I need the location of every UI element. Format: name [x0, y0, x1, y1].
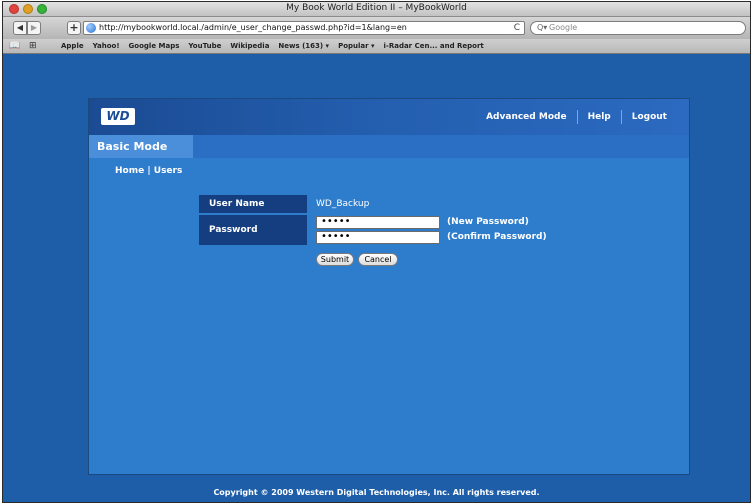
mode-bar: Basic Mode [89, 135, 689, 158]
back-button[interactable]: ◀ [13, 21, 27, 35]
admin-panel: WD Advanced Mode Help Logout Basic Mode … [88, 98, 690, 475]
page-content: WD Advanced Mode Help Logout Basic Mode … [3, 54, 750, 502]
bookmark-popular[interactable]: Popular ▾ [338, 39, 374, 53]
forward-button[interactable]: ▶ [27, 21, 41, 35]
breadcrumb-users[interactable]: Users [154, 166, 183, 176]
bookmark-news[interactable]: News (163) ▾ [278, 39, 329, 53]
bookmarks-bar: 📖 ⊞ Apple Yahoo! Google Maps YouTube Wik… [3, 39, 750, 54]
cancel-button[interactable]: Cancel [358, 253, 398, 266]
tab-basic-mode[interactable]: Basic Mode [89, 135, 193, 158]
bookmark-youtube[interactable]: YouTube [188, 39, 221, 53]
search-icon: Q▾ [537, 23, 548, 32]
url-text[interactable]: http://mybookworld.local./admin/e_user_c… [99, 22, 407, 34]
search-placeholder: Google [549, 23, 578, 32]
user-name-label: User Name [199, 195, 307, 213]
add-bookmark-button[interactable]: + [67, 21, 81, 35]
wd-logo[interactable]: WD [101, 108, 135, 125]
window-title: My Book World Edition II – MyBookWorld [286, 3, 467, 13]
user-name-value: WD_Backup [316, 199, 370, 209]
password-label: Password [199, 215, 307, 245]
new-password-hint: (New Password) [447, 217, 529, 227]
bookmark-yahoo[interactable]: Yahoo! [93, 39, 120, 53]
breadcrumb: Home | Users [115, 166, 182, 176]
bookmark-wikipedia[interactable]: Wikipedia [230, 39, 269, 53]
top-nav: Advanced Mode Help Logout [476, 99, 677, 135]
help-link[interactable]: Help [578, 112, 621, 122]
title-bar: My Book World Edition II – MyBookWorld [3, 2, 750, 17]
bookmark-iradar[interactable]: i-Radar Cen... and Report [384, 39, 484, 53]
submit-button[interactable]: Submit [316, 253, 354, 266]
grid-icon[interactable]: ⊞ [29, 40, 37, 52]
new-password-field[interactable]: ••••• [316, 216, 440, 229]
confirm-password-field[interactable]: ••••• [316, 231, 440, 244]
browser-window: My Book World Edition II – MyBookWorld ◀… [2, 1, 751, 503]
breadcrumb-separator: | [144, 166, 154, 176]
globe-icon [86, 23, 96, 33]
advanced-mode-link[interactable]: Advanced Mode [476, 112, 576, 122]
address-bar[interactable]: http://mybookworld.local./admin/e_user_c… [83, 21, 525, 35]
copyright-footer: Copyright © 2009 Western Digital Technol… [213, 488, 540, 497]
breadcrumb-home[interactable]: Home [115, 166, 144, 176]
search-field[interactable]: Q▾ Google [530, 21, 746, 35]
browser-toolbar: ◀ ▶ + http://mybookworld.local./admin/e_… [3, 17, 750, 39]
book-icon[interactable]: 📖 [9, 40, 20, 52]
bookmark-google-maps[interactable]: Google Maps [129, 39, 180, 53]
confirm-password-hint: (Confirm Password) [447, 232, 547, 242]
reload-icon[interactable]: C [514, 22, 520, 34]
bookmark-apple[interactable]: Apple [61, 39, 84, 53]
logout-link[interactable]: Logout [622, 112, 677, 122]
panel-header: WD Advanced Mode Help Logout [89, 99, 689, 135]
bookmark-list: Apple Yahoo! Google Maps YouTube Wikiped… [61, 39, 484, 53]
